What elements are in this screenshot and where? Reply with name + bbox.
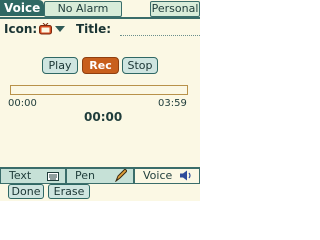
mode-tabs: Text Pen Voice [0, 167, 200, 185]
play-button[interactable]: Play [42, 57, 78, 74]
category-selector[interactable]: Personal [150, 1, 200, 17]
chevron-down-icon[interactable] [55, 26, 65, 32]
done-button[interactable]: Done [8, 184, 44, 199]
voice-memo-screen: Voice No Alarm Personal Icon: Title: Pla… [0, 0, 200, 201]
current-time: 00:00 [84, 110, 123, 124]
erase-button[interactable]: Erase [48, 184, 90, 199]
tab-pen-label: Pen [75, 169, 95, 182]
record-button[interactable]: Rec [82, 57, 119, 74]
playback-progress-bar[interactable] [10, 85, 188, 95]
keyboard-icon [47, 171, 59, 185]
start-time: 00:00 [8, 98, 37, 109]
title-label: Title: [76, 22, 112, 36]
stop-button[interactable]: Stop [122, 57, 158, 74]
end-time: 03:59 [158, 98, 187, 109]
pen-icon [114, 168, 128, 186]
alarm-selector[interactable]: No Alarm [44, 1, 122, 17]
tab-voice[interactable]: Voice [134, 169, 200, 184]
tab-text[interactable]: Text [0, 169, 66, 184]
speaker-icon [179, 170, 193, 185]
icon-title-row: Icon: Title: [4, 21, 200, 37]
title-input[interactable] [120, 35, 200, 36]
header-bar: Voice No Alarm Personal [0, 0, 200, 19]
tab-voice-label: Voice [143, 169, 173, 182]
tab-pen[interactable]: Pen [66, 168, 134, 186]
tv-icon[interactable] [39, 22, 52, 35]
app-title: Voice [0, 0, 45, 16]
tab-text-label: Text [9, 169, 32, 182]
icon-label: Icon: [4, 22, 38, 36]
